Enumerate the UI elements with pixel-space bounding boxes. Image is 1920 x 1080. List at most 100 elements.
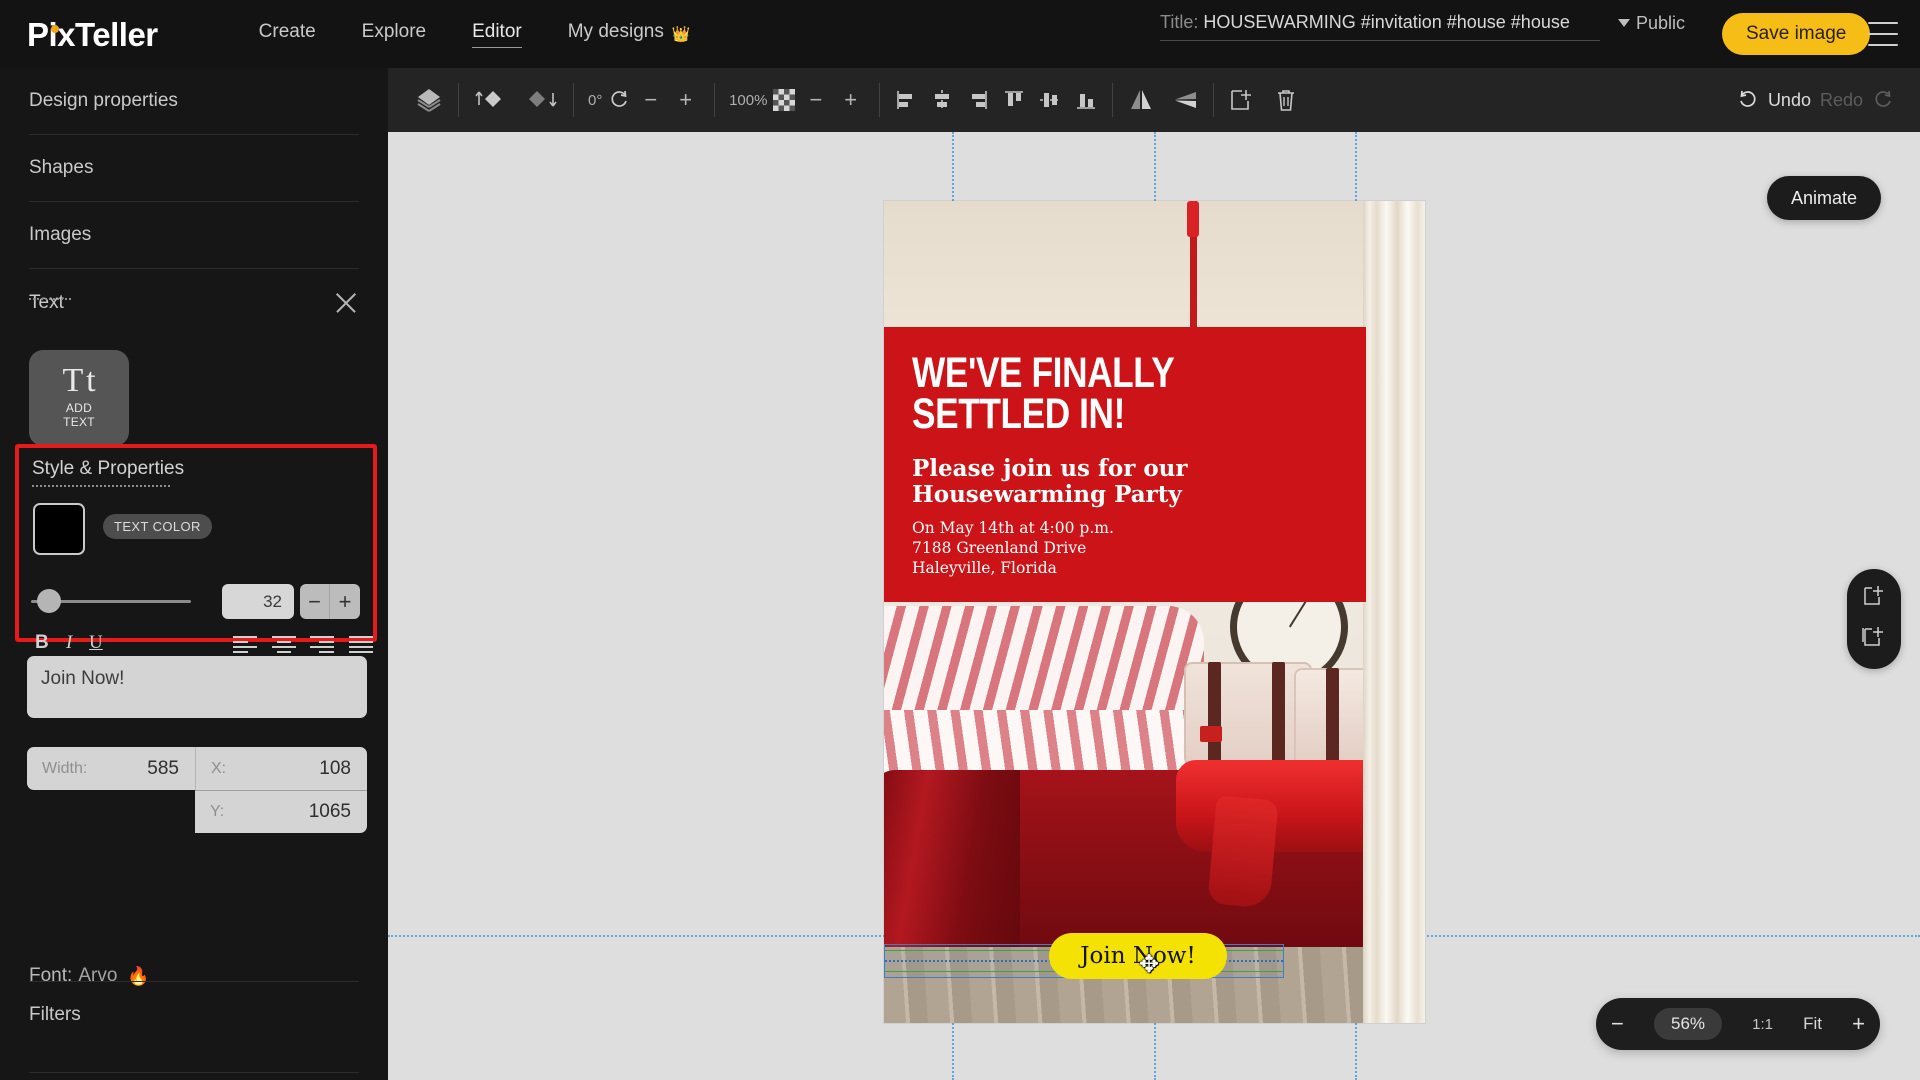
- nav-item-create[interactable]: Create: [259, 21, 316, 47]
- title-value: HOUSEWARMING #invitation #house #house: [1203, 12, 1570, 32]
- headline-line-1: WE'VE FINALLY: [912, 349, 1175, 397]
- font-size-decrease-button[interactable]: −: [300, 584, 330, 619]
- add-page-icon[interactable]: [1861, 583, 1887, 614]
- design-canvas[interactable]: WE'VE FINALLY SETTLED IN! Please join us…: [884, 201, 1425, 1023]
- flip-horizontal-icon[interactable]: [1127, 87, 1155, 113]
- zoom-out-button[interactable]: −: [1611, 1011, 1624, 1037]
- align-center-horizontal-icon[interactable]: [930, 88, 954, 112]
- flame-icon: 🔥: [127, 965, 150, 986]
- y-position-field[interactable]: Y: 1065: [195, 790, 367, 833]
- text-content-input[interactable]: Join Now!: [27, 656, 367, 718]
- nav-item-editor[interactable]: Editor: [472, 21, 522, 48]
- slider-knob[interactable]: [37, 589, 61, 613]
- duplicate-page-icon[interactable]: [1861, 624, 1887, 655]
- rotation-value: 0°: [588, 91, 603, 109]
- style-properties-panel: Style & Properties TEXT COLOR 32 − + B I…: [15, 444, 377, 653]
- checkerboard-opacity-icon[interactable]: [773, 89, 796, 111]
- flip-vertical-icon[interactable]: [1171, 87, 1199, 113]
- font-size-slider[interactable]: [31, 589, 191, 613]
- detail-line-2: 7188 Greenland Drive: [912, 539, 1087, 558]
- align-right-icon[interactable]: [966, 88, 990, 112]
- undo-arrow-icon[interactable]: [1737, 89, 1759, 111]
- text-align-center-icon[interactable]: [272, 636, 296, 653]
- align-bottom-icon[interactable]: [1074, 88, 1098, 112]
- underline-button[interactable]: U: [89, 632, 103, 654]
- nav-item-explore[interactable]: Explore: [362, 21, 426, 47]
- crown-icon: 👑: [671, 26, 691, 43]
- opacity-value: 100%: [729, 91, 768, 109]
- move-cursor-icon: ✥: [1138, 951, 1160, 978]
- design-title-input[interactable]: Title: HOUSEWARMING #invitation #house #…: [1160, 12, 1600, 41]
- rotation-decrease-button[interactable]: −: [636, 87, 665, 113]
- align-left-icon[interactable]: [894, 88, 918, 112]
- zoom-in-button[interactable]: +: [1852, 1011, 1865, 1037]
- bold-button[interactable]: B: [35, 632, 49, 654]
- canvas-red-text-block[interactable]: WE'VE FINALLY SETTLED IN! Please join us…: [884, 327, 1366, 602]
- logo-text-teller: Teller: [75, 15, 158, 53]
- sidebar-item-text-label: Text: [29, 292, 73, 314]
- sidebar-item-images[interactable]: Images: [29, 202, 359, 269]
- font-size-input[interactable]: 32: [222, 584, 294, 619]
- duplicate-icon[interactable]: [1228, 87, 1254, 113]
- text-color-label: TEXT COLOR: [103, 514, 212, 539]
- canvas-workspace[interactable]: WE'VE FINALLY SETTLED IN! Please join us…: [388, 132, 1920, 1080]
- alignment-group: [880, 83, 1112, 117]
- detail-line-3: Haleyville, Florida: [912, 559, 1057, 578]
- headline-line-2: SETTLED IN!: [912, 390, 1125, 439]
- save-image-button[interactable]: Save image: [1722, 13, 1871, 55]
- opacity-decrease-button[interactable]: −: [801, 87, 830, 113]
- detail-line-1: On May 14th at 4:00 p.m.: [912, 519, 1114, 538]
- divider: [29, 1072, 359, 1073]
- bring-forward-icon[interactable]: [473, 87, 509, 113]
- sidebar-item-text[interactable]: Text: [29, 269, 359, 336]
- trash-icon[interactable]: [1274, 87, 1298, 113]
- redo-arrow-icon[interactable]: [1872, 89, 1894, 111]
- sidebar-item-filters[interactable]: Filters: [29, 1004, 359, 1072]
- zoom-level-value[interactable]: 56%: [1654, 1008, 1723, 1040]
- text-align-justify-icon[interactable]: [349, 636, 373, 653]
- animate-button[interactable]: Animate: [1767, 176, 1882, 220]
- sidebar-item-design-properties[interactable]: Design properties: [29, 68, 359, 135]
- font-size-increase-button[interactable]: +: [330, 584, 360, 619]
- visibility-dropdown[interactable]: Public: [1618, 13, 1685, 41]
- align-top-icon[interactable]: [1002, 88, 1026, 112]
- width-field[interactable]: Width: 585: [27, 747, 195, 790]
- active-underline: [29, 297, 73, 300]
- text-align-left-icon[interactable]: [233, 636, 257, 653]
- layers-icon[interactable]: [414, 85, 444, 115]
- close-icon[interactable]: [333, 290, 359, 316]
- undo-button[interactable]: Undo: [1768, 90, 1811, 111]
- font-name: Arvo: [78, 965, 118, 986]
- rotation-increase-button[interactable]: +: [671, 87, 700, 113]
- y-label: Y:: [210, 803, 225, 820]
- pixteller-logo[interactable]: Pix Teller: [27, 18, 158, 51]
- nav-item-my-designs[interactable]: My designs: [568, 21, 664, 47]
- layers-group: [388, 83, 458, 117]
- subhead-line-1: Please join us for our: [912, 454, 1188, 482]
- style-title-underline: [32, 485, 172, 487]
- sidebar-item-shapes[interactable]: Shapes: [29, 135, 359, 202]
- zoom-actual-size-button[interactable]: 1:1: [1752, 1016, 1773, 1033]
- font-selector[interactable]: Font: Arvo 🔥: [29, 956, 359, 996]
- zoom-fit-button[interactable]: Fit: [1803, 1014, 1822, 1034]
- width-label: Width:: [42, 759, 88, 777]
- text-align-right-icon[interactable]: [310, 636, 334, 653]
- redo-button[interactable]: Redo: [1820, 90, 1863, 111]
- style-title-text: Style & Properties: [32, 458, 185, 479]
- text-color-swatch[interactable]: [33, 503, 85, 555]
- rotation-group: 0° − +: [574, 83, 714, 117]
- page-actions-pill: [1847, 569, 1901, 669]
- object-actions-group: [1214, 83, 1312, 117]
- send-backward-icon[interactable]: [523, 87, 559, 113]
- x-position-field[interactable]: X: 108: [195, 747, 367, 790]
- italic-button[interactable]: I: [66, 632, 72, 654]
- align-middle-vertical-icon[interactable]: [1038, 88, 1062, 112]
- rotate-icon[interactable]: [608, 89, 630, 111]
- opacity-increase-button[interactable]: +: [836, 87, 865, 113]
- suitcase: [1184, 662, 1312, 772]
- add-text-label: ADD TEXT: [63, 400, 95, 430]
- red-bow-tail: [1207, 795, 1279, 909]
- width-value: 585: [147, 757, 179, 779]
- hamburger-menu-icon[interactable]: [1868, 22, 1898, 46]
- add-text-button[interactable]: T t ADD TEXT: [29, 350, 129, 446]
